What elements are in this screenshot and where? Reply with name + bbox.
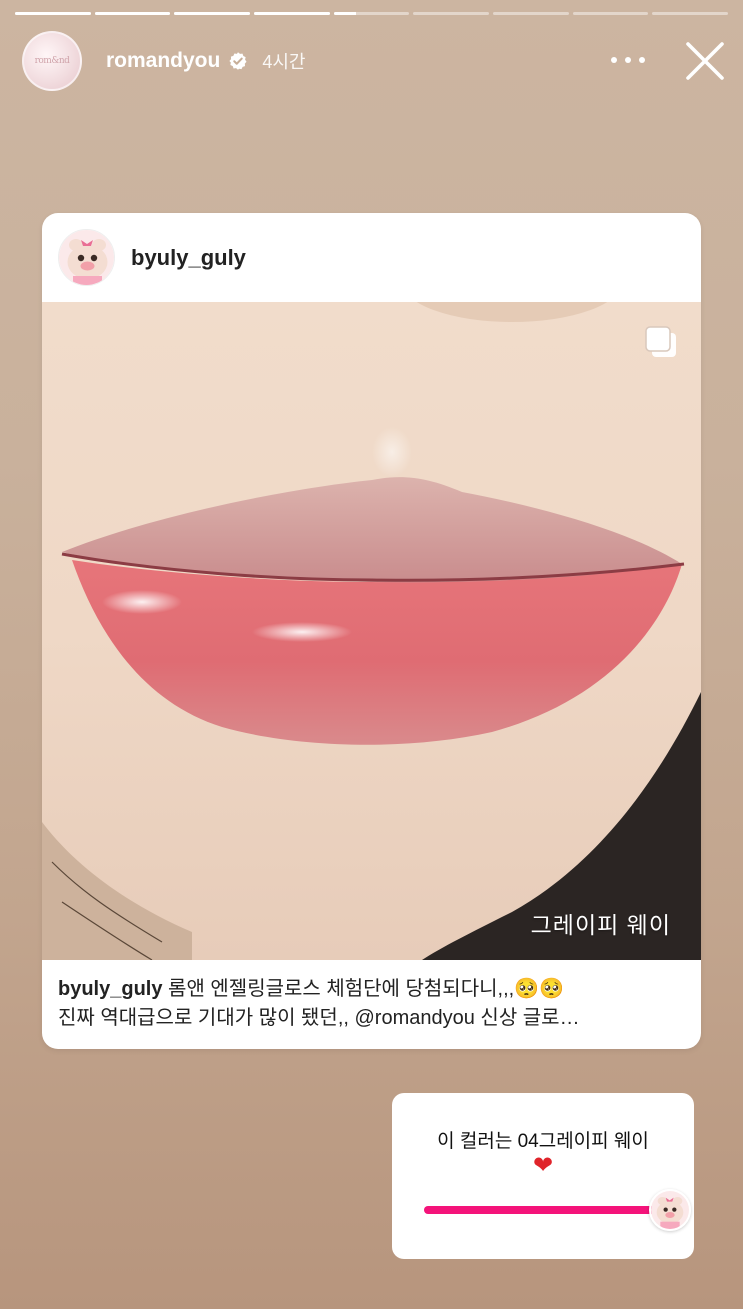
caption-text-line1: 롬앤 엔젤링글로스 체험단에 당첨되다니,,,🥺🥺	[162, 978, 564, 1000]
post-time: 4시간	[262, 52, 306, 72]
progress-segment	[333, 12, 410, 15]
slider-thumb[interactable]	[649, 1189, 691, 1231]
slider-track[interactable]	[424, 1206, 662, 1214]
progress-segment	[493, 12, 569, 15]
post-caption: byuly_guly 롬앤 엔젤링글로스 체험단에 당첨되다니,,,🥺🥺 진짜 …	[58, 975, 687, 1033]
emoji-slider-sticker[interactable]: 이 컬러는 04그레이피 웨이 ❤	[392, 1093, 694, 1259]
progress-segment	[174, 12, 251, 15]
image-overlay-text: 그레이피 웨이	[530, 912, 671, 938]
caption-text-line2: 진짜 역대급으로 기대가 많이 됐던,, @romandyou 신상 글로…	[58, 1007, 580, 1029]
progress-segment	[652, 12, 729, 15]
post-image[interactable]: 그레이피 웨이	[42, 302, 701, 960]
more-dots-icon[interactable]	[611, 48, 645, 72]
progress-segment	[413, 12, 490, 15]
progress-segment	[15, 12, 91, 15]
post-author-username[interactable]: byuly_guly	[131, 245, 246, 271]
story-header: rom&nd romandyou 4시간	[22, 30, 725, 92]
slider-question: 이 컬러는 04그레이피 웨이	[437, 1131, 649, 1152]
carousel-icon	[645, 326, 676, 357]
progress-segment	[572, 12, 649, 15]
shared-post-card[interactable]: byuly_guly 그레이피 웨이 byuly_guly 롬앤 엔젤링글로스 …	[42, 213, 701, 1049]
account-username[interactable]: romandyou	[106, 49, 220, 73]
caption-username[interactable]: byuly_guly	[58, 978, 162, 1000]
progress-segment	[254, 12, 330, 15]
verified-badge-icon	[229, 52, 247, 70]
progress-segment	[94, 12, 171, 15]
account-avatar[interactable]: rom&nd	[22, 31, 82, 91]
post-author-avatar[interactable]	[58, 229, 115, 286]
story-progress-bar	[15, 12, 729, 15]
close-icon[interactable]	[685, 41, 725, 81]
heart-emoji-icon: ❤	[532, 1152, 554, 1179]
post-header: byuly_guly	[42, 213, 701, 302]
avatar-logo-text: rom&nd	[34, 56, 70, 66]
